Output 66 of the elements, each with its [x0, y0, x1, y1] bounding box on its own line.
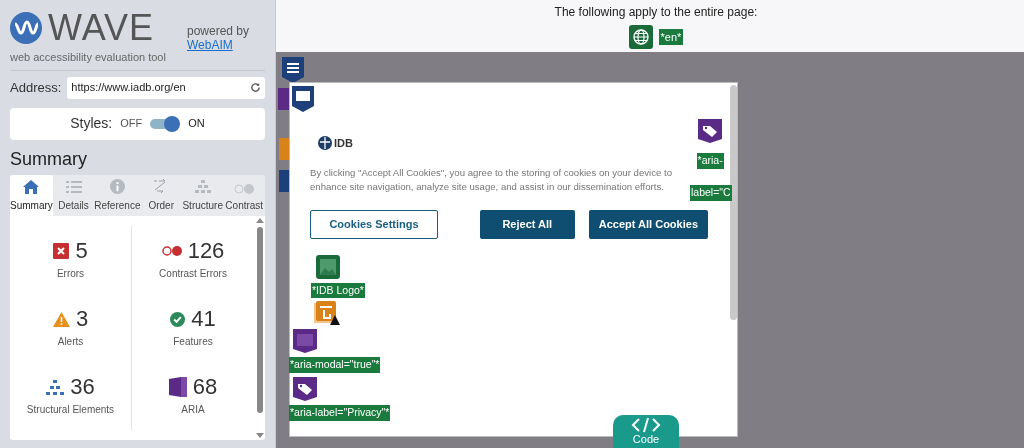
home-icon: [23, 179, 40, 194]
info-icon: [109, 178, 125, 194]
check-icon: [170, 311, 186, 327]
count: 126: [187, 238, 225, 265]
tag-icon[interactable]: [697, 119, 722, 143]
wave-label: label="C: [690, 184, 732, 201]
count: 36: [70, 374, 95, 401]
tab[interactable]: Summary: [10, 174, 53, 216]
idb-logo-icon: [318, 136, 332, 151]
count: 3: [75, 306, 89, 333]
list-icon: [65, 179, 82, 194]
summary-label: Features: [173, 335, 213, 350]
wave-logo-icon: [10, 12, 42, 44]
address-field[interactable]: https://www.iadb.org/en: [67, 76, 265, 99]
hierarchy-icon: [46, 379, 65, 395]
hierarchy-icon: [194, 179, 211, 194]
door-icon: [168, 377, 187, 398]
count: 5: [75, 238, 88, 265]
cookie-message: By clicking "Accept All Cookies", you agree to the storing of cookies on your device to enhance site navigation, analyze site usage, and assist in our dissemination efforts.: [310, 165, 673, 194]
tab[interactable]: Details: [52, 174, 95, 216]
language-label: *en*: [658, 28, 684, 46]
alert-icon[interactable]: [314, 301, 340, 326]
address-label: Address:: [10, 78, 62, 97]
action-button[interactable]: Accept All Cookies: [588, 209, 708, 239]
code-icon: [631, 417, 661, 433]
tab[interactable]: Order: [140, 174, 182, 216]
tag-icon[interactable]: [293, 377, 317, 401]
idb-logo-text: IDB: [334, 136, 353, 151]
error-icon: [53, 243, 70, 260]
tab[interactable]: Reference: [94, 174, 141, 216]
action-button[interactable]: Reject All: [479, 209, 575, 239]
count: 68: [192, 374, 218, 401]
summary-label: Contrast Errors: [159, 267, 227, 282]
summary-label: Errors: [56, 267, 85, 282]
globe-icon[interactable]: [628, 25, 653, 49]
styles-toggle[interactable]: [150, 115, 181, 132]
summary-label: ARIA: [181, 403, 205, 418]
tagline: web accessibility evaluation tool: [10, 50, 166, 65]
powered-by-text: powered by: [186, 24, 249, 38]
wave-label: *IDB Logo*: [311, 282, 365, 299]
wave-label: *aria-modal="true"*: [289, 357, 381, 373]
app-logo-text: WAVE: [48, 10, 154, 46]
image-icon[interactable]: [316, 254, 340, 279]
wave-label: *aria-label="Privacy"*: [289, 405, 391, 421]
settings-button[interactable]: Cookies Settings: [310, 209, 438, 239]
aria-marker-icon[interactable]: [278, 88, 290, 110]
tab[interactable]: Structure: [181, 174, 224, 216]
page-notice: The following apply to the entire page:: [554, 4, 758, 21]
container-icon[interactable]: [292, 86, 314, 112]
contrast-error-icon: [161, 246, 182, 257]
styles-label: Styles:: [70, 114, 113, 133]
menu-icon[interactable]: [282, 57, 304, 83]
webaim-link[interactable]: WebAIM: [186, 38, 249, 52]
on-label: ON: [188, 116, 205, 132]
summary-label: Structural Elements: [26, 403, 115, 418]
wave-label: *aria-: [696, 153, 724, 169]
contrast-icon: [234, 183, 255, 194]
refresh-icon[interactable]: [250, 82, 261, 93]
summary-label: Alerts: [57, 335, 84, 350]
summary-heading: Summary: [10, 147, 88, 171]
tab[interactable]: Contrast: [223, 174, 265, 216]
aria-icon[interactable]: [293, 329, 317, 354]
off-label: OFF: [120, 116, 143, 132]
warning-icon: [52, 311, 70, 327]
count: 41: [191, 306, 216, 333]
scroll-down-icon[interactable]: [255, 433, 264, 438]
